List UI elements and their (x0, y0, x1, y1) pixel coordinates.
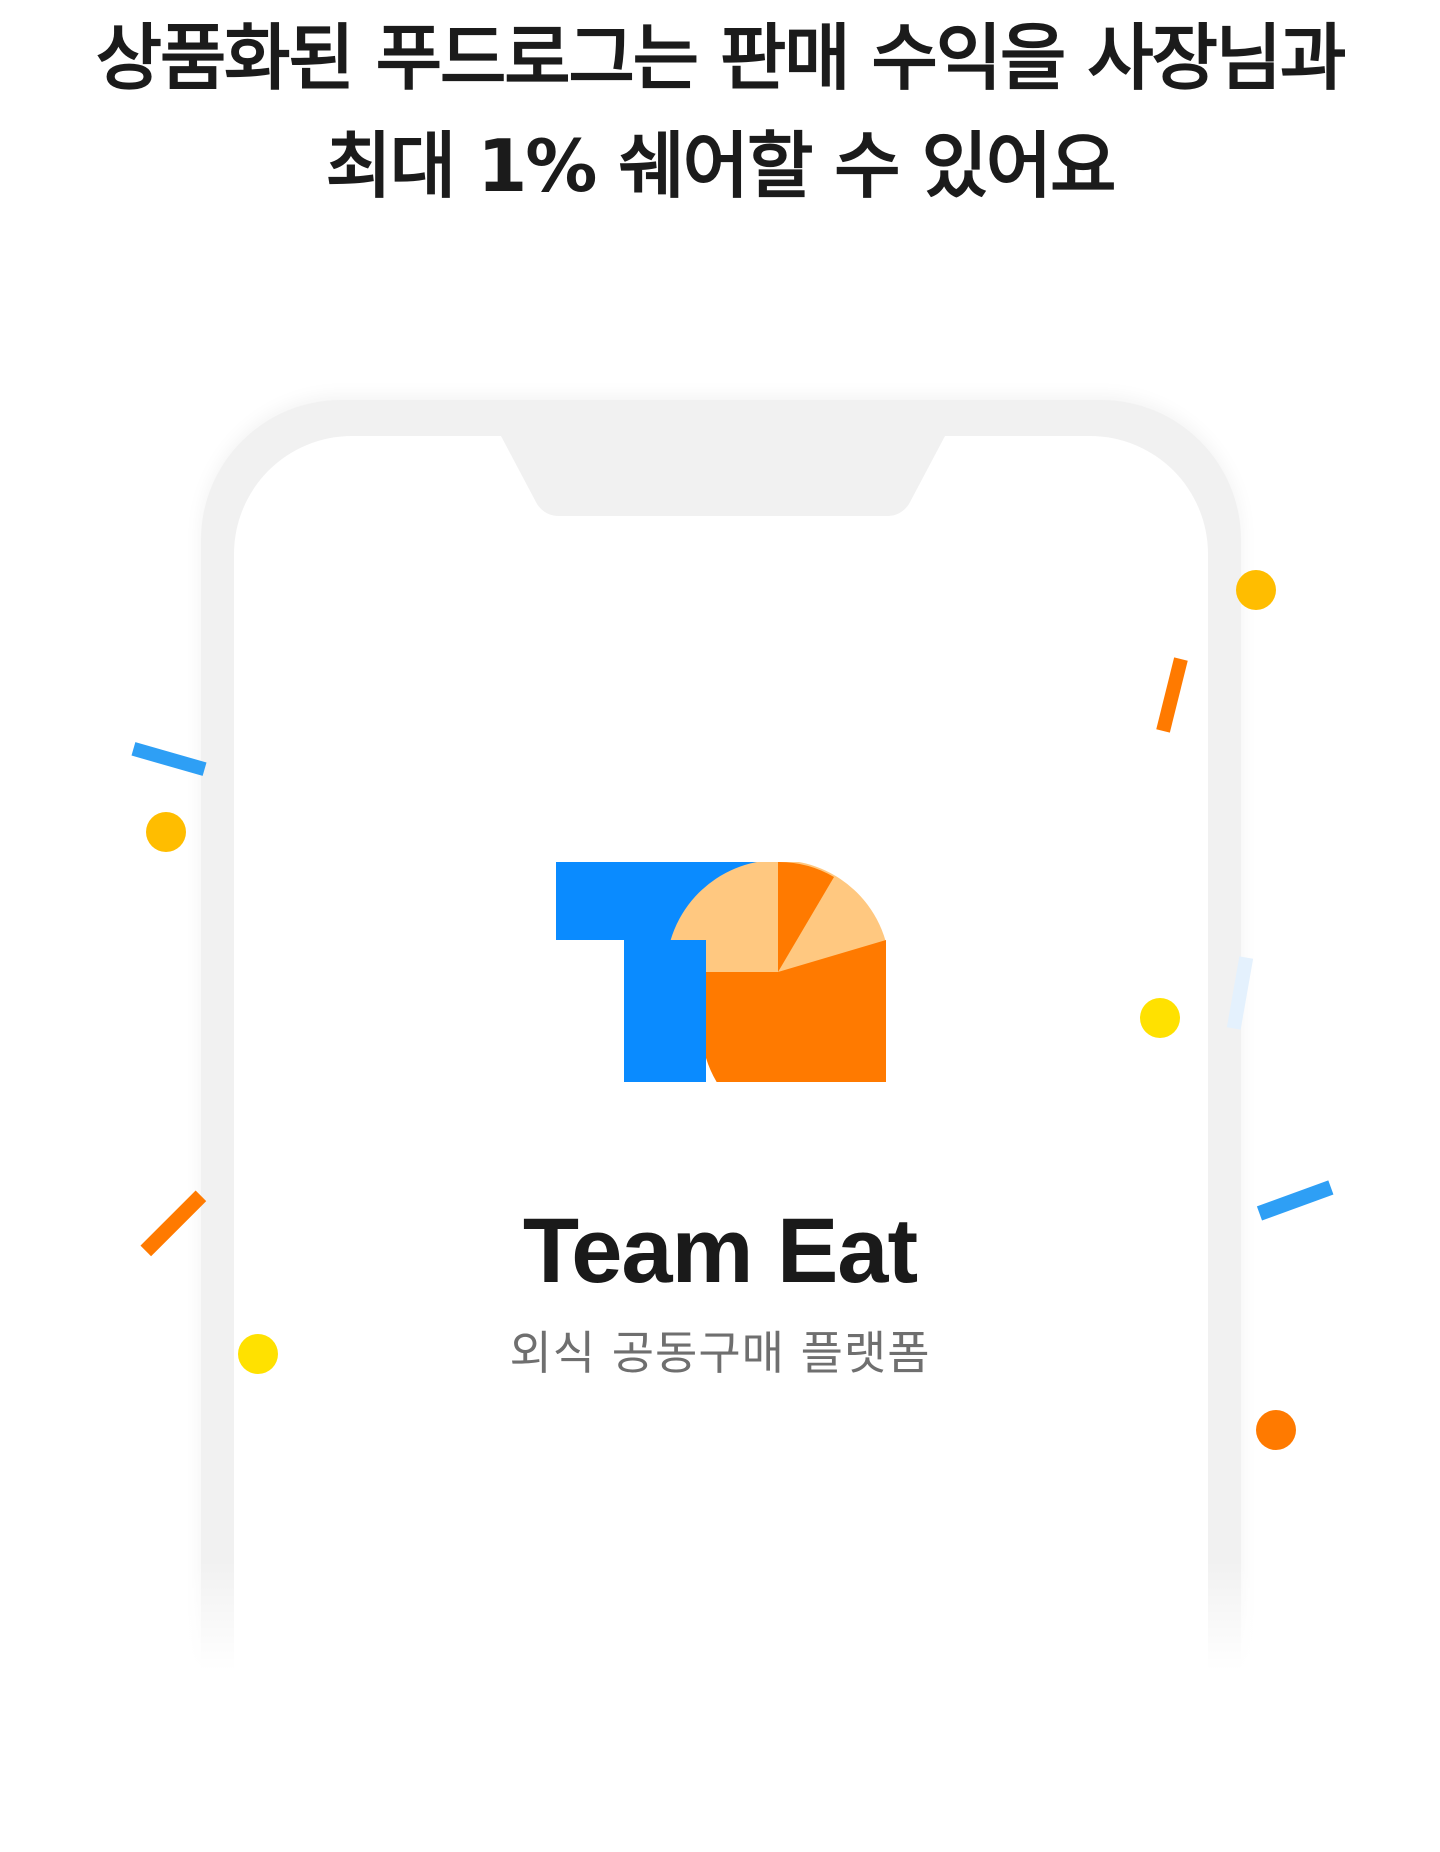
headline-line-2: 최대 1% 쉐어할 수 있어요 (325, 124, 1117, 208)
confetti-gold-left (146, 812, 186, 852)
confetti-blue-left (131, 742, 207, 776)
phone-notch (501, 436, 945, 516)
headline-line-1: 상품화된 푸드로그는 판매 수익을 사장님과 (95, 16, 1347, 100)
headline: 상품화된 푸드로그는 판매 수익을 사장님과 최대 1% 쉐어할 수 있어요 (0, 0, 1440, 220)
bottom-fade (180, 1560, 1260, 1852)
app-name: Team Eat (522, 1200, 918, 1302)
confetti-orange-dot-right (1256, 1410, 1296, 1450)
confetti-gold-right (1236, 570, 1276, 610)
team-eat-logo-icon (556, 862, 886, 1082)
app-tagline: 외식 공동구매 플랫폼 (509, 1326, 931, 1380)
